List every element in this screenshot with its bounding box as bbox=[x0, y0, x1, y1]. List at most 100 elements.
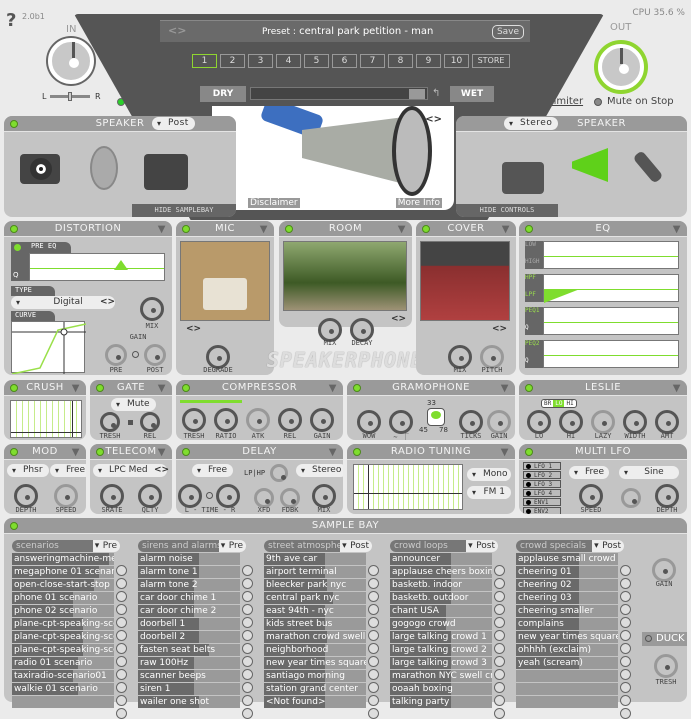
lfo-sync-dropdown[interactable]: Free bbox=[569, 466, 609, 479]
sample-column-header[interactable]: scenarios Pre bbox=[12, 540, 120, 552]
compressor-rel-knob[interactable] bbox=[278, 408, 302, 432]
sample-slot[interactable]: talking party bbox=[390, 696, 492, 708]
sample-volume-knob[interactable] bbox=[242, 630, 253, 641]
telecom-srate-knob[interactable] bbox=[100, 484, 124, 508]
sample-volume-knob[interactable] bbox=[620, 578, 631, 589]
sample-volume-knob[interactable] bbox=[242, 565, 253, 576]
pre-eq-graph[interactable] bbox=[29, 253, 165, 281]
room-led[interactable] bbox=[285, 225, 293, 233]
sample-volume-knob[interactable] bbox=[494, 643, 505, 654]
sample-column-header[interactable]: sirens and alarmsPre bbox=[138, 540, 246, 552]
speaker-left-mode-dropdown[interactable]: Post bbox=[152, 117, 195, 130]
leslie-amt-knob[interactable] bbox=[655, 410, 679, 434]
disclaimer-link[interactable]: Disclaimer bbox=[248, 198, 300, 208]
sample-volume-knob[interactable] bbox=[494, 604, 505, 615]
sample-volume-knob[interactable] bbox=[620, 604, 631, 615]
lfo-source-item[interactable]: ENV1 bbox=[523, 498, 561, 506]
delay-sync-dropdown[interactable]: Free bbox=[192, 464, 234, 477]
preset-slot-1[interactable]: 1 bbox=[192, 54, 217, 68]
sample-volume-knob[interactable] bbox=[494, 565, 505, 576]
mic-led[interactable] bbox=[182, 225, 190, 233]
preset-slot-7[interactable]: 7 bbox=[360, 54, 385, 68]
sample-slot[interactable] bbox=[516, 670, 618, 682]
sample-volume-knob[interactable] bbox=[242, 695, 253, 706]
sample-slot[interactable]: alarm tone 2 bbox=[138, 579, 240, 591]
sample-slot[interactable]: plane-cpt-speaking-scena bbox=[12, 644, 114, 656]
sample-volume-knob[interactable] bbox=[494, 617, 505, 628]
sample-volume-knob[interactable] bbox=[116, 656, 127, 667]
duck-toggle[interactable]: DUCK bbox=[642, 632, 687, 646]
telecom-collapse-icon[interactable]: ▼ bbox=[158, 445, 166, 461]
distortion-mix-knob[interactable] bbox=[140, 297, 164, 321]
telecom-nav-arrows[interactable]: <> bbox=[154, 465, 169, 475]
sample-volume-knob[interactable] bbox=[242, 604, 253, 615]
sample-slot[interactable]: cheering 02 bbox=[516, 579, 618, 591]
dry-label[interactable]: DRY bbox=[200, 86, 246, 102]
sample-slot[interactable]: plane-cpt-speaking-scena bbox=[12, 618, 114, 630]
sample-slot[interactable]: alarm tone 1 bbox=[138, 566, 240, 578]
reset-icon[interactable]: ↰ bbox=[432, 88, 440, 99]
sample-routing-dropdown[interactable]: Pre bbox=[218, 540, 246, 552]
sample-volume-knob[interactable] bbox=[116, 630, 127, 641]
lfo-source-item[interactable]: ENV2 bbox=[523, 507, 561, 514]
speed-33-label[interactable]: 33 bbox=[427, 399, 436, 407]
sample-slot[interactable]: cheering 01 bbox=[516, 566, 618, 578]
input-gain-knob[interactable] bbox=[48, 38, 94, 84]
save-button[interactable]: Save bbox=[492, 25, 524, 39]
leslie-lazy-knob[interactable] bbox=[591, 410, 615, 434]
mod-type-dropdown[interactable]: Phsr bbox=[7, 464, 49, 477]
eq-row-0-graph[interactable] bbox=[543, 241, 679, 269]
preset-slot-10[interactable]: 10 bbox=[444, 54, 469, 68]
leslie-mode-selector[interactable]: BR LO HI bbox=[541, 399, 577, 408]
sample-volume-knob[interactable] bbox=[368, 578, 379, 589]
leslie-width-knob[interactable] bbox=[623, 410, 647, 434]
delay-time-left-knob[interactable] bbox=[178, 484, 202, 508]
sample-volume-knob[interactable] bbox=[242, 656, 253, 667]
sample-volume-knob[interactable] bbox=[494, 578, 505, 589]
sample-slot[interactable]: applause cheers boxing bbox=[390, 566, 492, 578]
sample-volume-knob[interactable] bbox=[116, 617, 127, 628]
telecom-led[interactable] bbox=[96, 448, 104, 456]
sample-slot[interactable]: alarm noise bbox=[138, 553, 240, 565]
sample-volume-knob[interactable] bbox=[242, 669, 253, 680]
sample-slot[interactable]: answeringmachine-message bbox=[12, 553, 114, 565]
help-icon[interactable]: ? bbox=[6, 10, 16, 31]
preset-slot-3[interactable]: 3 bbox=[248, 54, 273, 68]
sample-slot[interactable]: raw 100Hz bbox=[138, 657, 240, 669]
sample-slot[interactable]: neighborhood bbox=[264, 644, 366, 656]
preset-slot-4[interactable]: 4 bbox=[276, 54, 301, 68]
sample-slot[interactable]: east 94th - nyc bbox=[264, 605, 366, 617]
sample-volume-knob[interactable] bbox=[242, 578, 253, 589]
sample-volume-knob[interactable] bbox=[494, 591, 505, 602]
sample-volume-knob[interactable] bbox=[620, 630, 631, 641]
sample-volume-knob[interactable] bbox=[116, 604, 127, 615]
sample-volume-knob[interactable] bbox=[116, 591, 127, 602]
cover-nav-arrows[interactable]: <> bbox=[492, 324, 507, 334]
lfo-shape-dropdown[interactable]: Sine bbox=[619, 466, 679, 479]
speaker-right-mode-dropdown[interactable]: Stereo bbox=[504, 117, 559, 130]
sample-volume-knob[interactable] bbox=[368, 565, 379, 576]
dry-wet-slider[interactable] bbox=[250, 87, 428, 100]
sample-slot[interactable]: car door chime 1 bbox=[138, 592, 240, 604]
preset-slot-2[interactable]: 2 bbox=[220, 54, 245, 68]
sample-slot[interactable]: applause small crowd bbox=[516, 553, 618, 565]
sample-volume-knob[interactable] bbox=[620, 591, 631, 602]
sample-volume-knob[interactable] bbox=[494, 669, 505, 680]
speed-78-label[interactable]: 78 bbox=[439, 426, 448, 434]
sample-slot[interactable] bbox=[12, 696, 114, 708]
guitar-amp-icon[interactable] bbox=[144, 154, 188, 190]
speed-45-label[interactable]: 45 bbox=[419, 426, 428, 434]
mod-depth-knob[interactable] bbox=[14, 484, 38, 508]
sample-slot[interactable]: open-close-start-stop bbox=[12, 579, 114, 591]
room-nav-arrows[interactable]: <> bbox=[391, 314, 406, 324]
sample-volume-knob[interactable] bbox=[116, 669, 127, 680]
eq-collapse-icon[interactable]: ▼ bbox=[673, 222, 681, 238]
lfo-shape-knob[interactable] bbox=[621, 488, 641, 508]
sample-slot[interactable]: central park nyc bbox=[264, 592, 366, 604]
delay-led[interactable] bbox=[182, 448, 190, 456]
preset-slot-5[interactable]: 5 bbox=[304, 54, 329, 68]
sample-volume-knob[interactable] bbox=[620, 643, 631, 654]
sample-volume-knob[interactable] bbox=[494, 682, 505, 693]
mod-speed-knob[interactable] bbox=[54, 484, 78, 508]
sample-volume-knob[interactable] bbox=[494, 708, 505, 719]
